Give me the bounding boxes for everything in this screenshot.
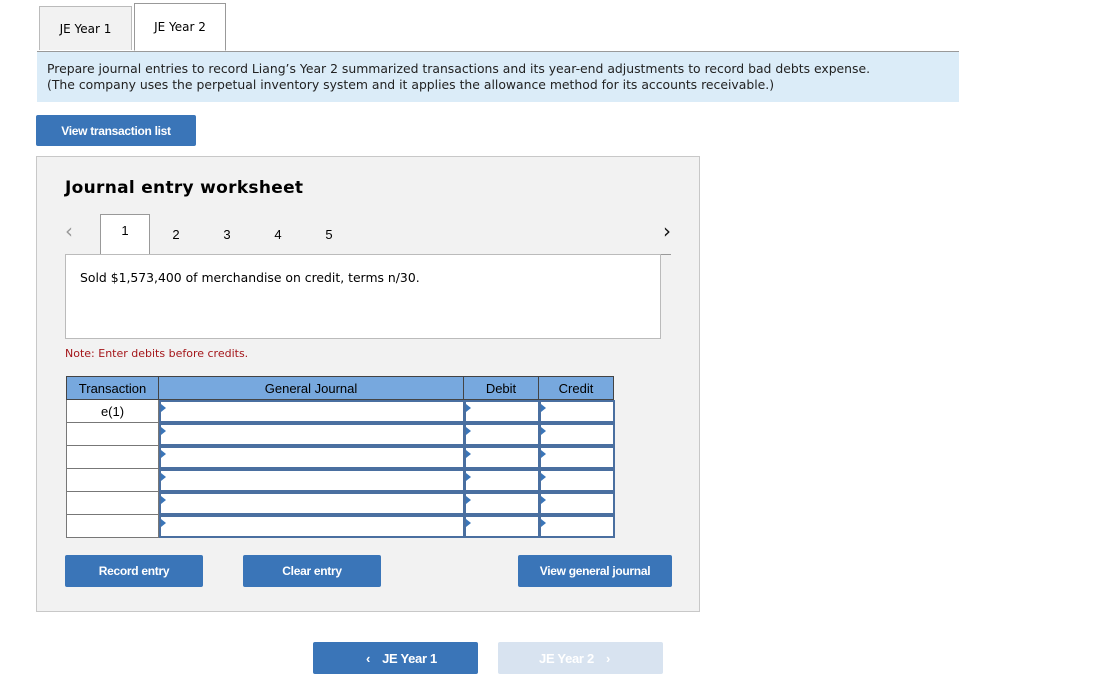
credit-input[interactable] bbox=[539, 400, 615, 423]
transaction-description-text: Sold $1,573,400 of merchandise on credit… bbox=[80, 270, 420, 285]
credit-input[interactable] bbox=[539, 469, 615, 492]
worksheet-title: Journal entry worksheet bbox=[65, 178, 304, 198]
debit-input[interactable] bbox=[464, 400, 540, 423]
page-tab-5[interactable]: 5 bbox=[304, 224, 354, 255]
account-input[interactable] bbox=[159, 515, 465, 538]
entry-pager: ‹ 1 2 3 4 5 › bbox=[65, 214, 671, 255]
view-transaction-list-button[interactable]: View transaction list bbox=[36, 115, 196, 146]
account-input[interactable] bbox=[159, 469, 465, 492]
transaction-cell: e(1) bbox=[66, 400, 159, 423]
clear-entry-button[interactable]: Clear entry bbox=[243, 555, 381, 587]
debit-input[interactable] bbox=[464, 469, 540, 492]
chevron-left-icon: ‹ bbox=[366, 650, 371, 666]
journal-entry-worksheet: Journal entry worksheet ‹ 1 2 3 4 5 › So… bbox=[36, 156, 700, 612]
instructions-box: Prepare journal entries to record Liang’… bbox=[37, 52, 959, 102]
page-tab-4[interactable]: 4 bbox=[253, 224, 303, 255]
next-je-year-2-button: JE Year 2 › bbox=[498, 642, 663, 674]
debit-input[interactable] bbox=[464, 446, 540, 469]
chevron-right-icon[interactable]: › bbox=[663, 219, 671, 243]
transaction-cell bbox=[66, 446, 159, 469]
instructions-line-2: (The company uses the perpetual inventor… bbox=[47, 77, 775, 92]
debit-input[interactable] bbox=[464, 423, 540, 446]
account-input[interactable] bbox=[159, 446, 465, 469]
next-button-label: JE Year 2 bbox=[539, 650, 594, 666]
credit-input[interactable] bbox=[539, 515, 615, 538]
prev-je-year-1-button[interactable]: ‹ JE Year 1 bbox=[313, 642, 478, 674]
credit-input[interactable] bbox=[539, 446, 615, 469]
debit-input[interactable] bbox=[464, 492, 540, 515]
header-debit: Debit bbox=[463, 376, 539, 400]
record-entry-button[interactable]: Record entry bbox=[65, 555, 203, 587]
transaction-description: Sold $1,573,400 of merchandise on credit… bbox=[65, 254, 661, 339]
chevron-right-icon: › bbox=[605, 650, 610, 666]
view-general-journal-button[interactable]: View general journal bbox=[518, 555, 672, 587]
header-transaction: Transaction bbox=[66, 376, 159, 400]
page-tab-2[interactable]: 2 bbox=[151, 224, 201, 255]
transaction-cell bbox=[66, 469, 159, 492]
account-input[interactable] bbox=[159, 492, 465, 515]
header-credit: Credit bbox=[538, 376, 614, 400]
debit-credit-note: Note: Enter debits before credits. bbox=[65, 347, 249, 360]
page-tab-3[interactable]: 3 bbox=[202, 224, 252, 255]
je-tabs: JE Year 1 JE Year 2 bbox=[37, 3, 959, 52]
header-general-journal: General Journal bbox=[158, 376, 464, 400]
credit-input[interactable] bbox=[539, 423, 615, 446]
tab-je-year-1[interactable]: JE Year 1 bbox=[39, 6, 132, 50]
tab-je-year-2[interactable]: JE Year 2 bbox=[134, 3, 226, 51]
transaction-cell bbox=[66, 492, 159, 515]
account-input[interactable] bbox=[159, 423, 465, 446]
page-tab-1[interactable]: 1 bbox=[100, 214, 150, 255]
debit-input[interactable] bbox=[464, 515, 540, 538]
transaction-cell bbox=[66, 515, 159, 538]
transaction-cell bbox=[66, 423, 159, 446]
chevron-left-icon[interactable]: ‹ bbox=[65, 219, 73, 243]
instructions-line-1: Prepare journal entries to record Liang’… bbox=[47, 61, 871, 76]
credit-input[interactable] bbox=[539, 492, 615, 515]
account-input[interactable] bbox=[159, 400, 465, 423]
prev-button-label: JE Year 1 bbox=[382, 650, 437, 666]
